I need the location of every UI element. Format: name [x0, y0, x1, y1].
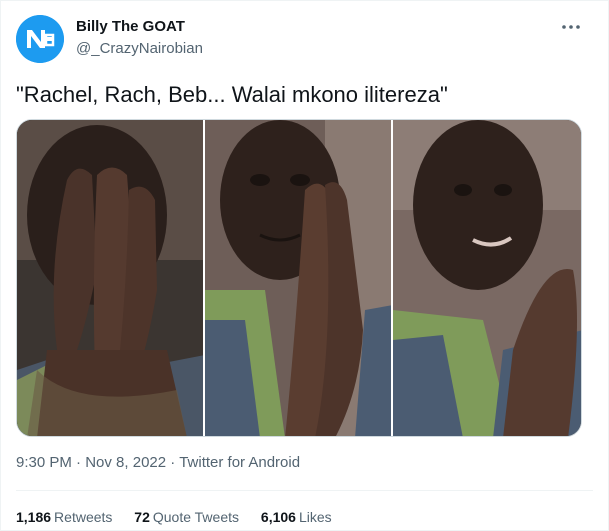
avatar[interactable]	[16, 15, 64, 63]
media-grid[interactable]	[16, 119, 582, 437]
tweet-card: Billy The GOAT @_CrazyNairobian "Rachel,…	[0, 0, 609, 531]
media-image-3-picture	[393, 120, 581, 436]
tweet-text: "Rachel, Rach, Beb... Walai mkono iliter…	[16, 82, 448, 107]
retweets-label: Retweets	[54, 509, 113, 525]
tweet-stats: 1,186 Retweets 72 Quote Tweets 6,106 Likes	[16, 509, 350, 525]
quote-tweets-count: 72	[134, 509, 150, 525]
media-image-2-picture	[205, 120, 391, 436]
author-handle[interactable]: @_CrazyNairobian	[76, 40, 203, 57]
nairobi-logo-icon	[16, 15, 64, 63]
divider	[16, 490, 593, 491]
meta-separator: ·	[76, 454, 82, 471]
meta-separator: ·	[170, 454, 176, 471]
media-image-1[interactable]	[17, 120, 203, 436]
quote-tweets-label: Quote Tweets	[152, 509, 240, 525]
retweets-stat[interactable]: 1,186 Retweets	[16, 509, 112, 525]
quote-tweets-stat[interactable]: 72 Quote Tweets	[134, 509, 239, 525]
tweet-source[interactable]: Twitter for Android	[179, 454, 300, 471]
likes-count: 6,106	[260, 509, 296, 525]
media-image-1-picture	[17, 120, 203, 436]
more-options-button[interactable]	[556, 15, 586, 39]
likes-label: Likes	[298, 509, 332, 525]
author-display-name[interactable]: Billy The GOAT	[76, 18, 185, 35]
tweet-meta: 9:30 PM · Nov 8, 2022 · Twitter for Andr…	[16, 454, 300, 471]
retweets-count: 1,186	[16, 509, 52, 525]
media-image-3[interactable]	[391, 120, 581, 436]
media-image-2[interactable]	[203, 120, 391, 436]
tweet-date[interactable]: Nov 8, 2022	[85, 454, 166, 471]
more-horizontal-icon	[562, 25, 580, 29]
tweet-time[interactable]: 9:30 PM	[16, 454, 72, 471]
likes-stat[interactable]: 6,106 Likes	[261, 509, 332, 525]
